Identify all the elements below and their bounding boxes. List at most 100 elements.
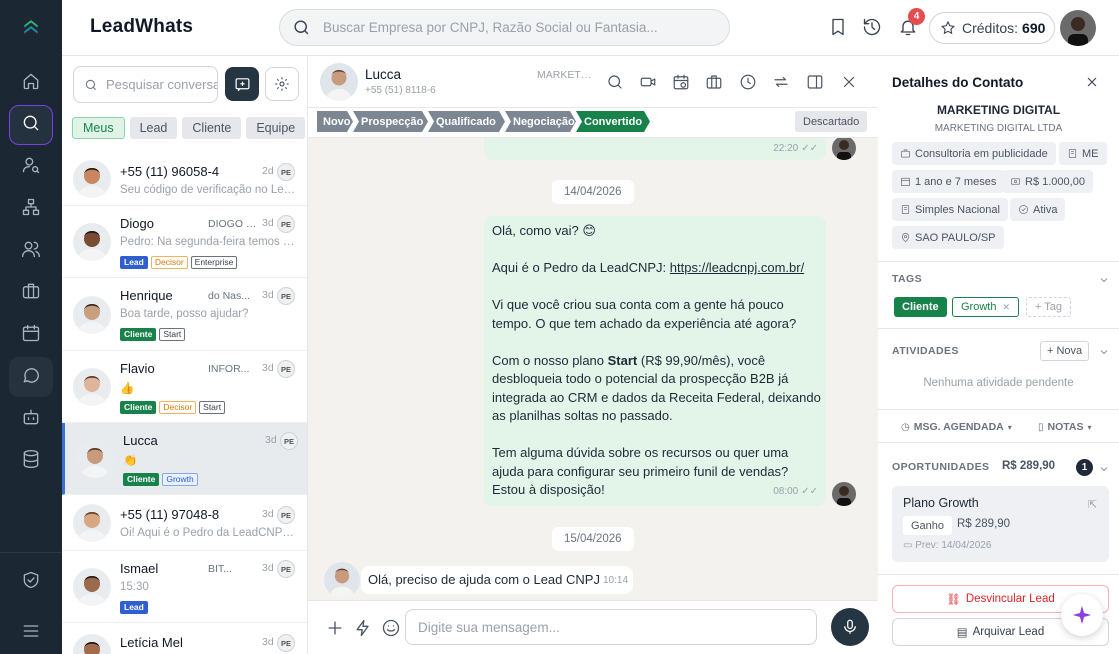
- conversation-row[interactable]: Flavio INFOR... 3d PE 👍 Cliente Decisor Start: [62, 351, 307, 423]
- stage-novo[interactable]: Novo: [317, 111, 353, 132]
- credits-button[interactable]: Créditos: 690: [929, 12, 1055, 44]
- remove-tag-icon[interactable]: ✕: [1002, 302, 1010, 313]
- filter-cliente[interactable]: Cliente: [182, 117, 242, 139]
- nav-database[interactable]: [9, 441, 53, 481]
- conversation-row[interactable]: Henrique do Nas... 3d PE Boa tarde, posso aj…: [62, 278, 307, 351]
- briefcase-icon[interactable]: [705, 73, 723, 91]
- divider: [878, 261, 1119, 262]
- conversation-search-input[interactable]: Pesquisar conversas: [73, 66, 218, 103]
- nav-search[interactable]: [9, 105, 53, 145]
- left-nav: [0, 0, 62, 654]
- no-activity-text: Nenhuma atividade pendente: [923, 377, 1074, 389]
- unlink-icon: ⛓: [946, 594, 961, 606]
- nav-calendar[interactable]: [9, 315, 53, 355]
- stage-convertido[interactable]: Convertido: [576, 111, 650, 132]
- microphone-button[interactable]: [831, 608, 869, 646]
- contact-avatar: [73, 296, 111, 334]
- chevron-down-icon[interactable]: [1098, 462, 1110, 474]
- external-link-icon[interactable]: ⇱: [1088, 498, 1097, 511]
- nav-chat[interactable]: [9, 357, 53, 397]
- filter-equipe[interactable]: Equipe: [246, 117, 306, 139]
- users-icon: [21, 239, 41, 264]
- opportunity-status: Ganho: [903, 516, 953, 535]
- calendar-icon: [21, 323, 41, 348]
- tag-start: Start: [199, 401, 226, 414]
- conversation-row[interactable]: Diogo DIOGO DE... 3dPE Pedro: Na segunda-fe…: [62, 206, 307, 278]
- conversation-row[interactable]: Ismael BIT... 3d PE 15:30 Lead: [62, 551, 307, 623]
- contact-company: DIOGO DE...: [208, 218, 258, 230]
- contact-avatar[interactable]: [320, 63, 358, 101]
- nav-org[interactable]: [9, 189, 53, 229]
- nav-briefcase[interactable]: [9, 273, 53, 313]
- credits-label: Créditos:: [962, 20, 1019, 36]
- scheduled-messages-toggle[interactable]: ◷ MSG. AGENDADA ▾: [901, 421, 1012, 433]
- conversation-row[interactable]: Lucca 3d PE 👏 Cliente Growth: [62, 423, 307, 495]
- tag-enterprise: Enterprise: [190, 256, 238, 269]
- tag-growth[interactable]: Growth ✕: [952, 297, 1020, 317]
- close-icon[interactable]: [840, 73, 858, 91]
- nav-bot[interactable]: [9, 399, 53, 439]
- nav-menu[interactable]: [9, 613, 53, 653]
- opportunities-total: R$ 289,90: [1002, 460, 1056, 472]
- plus-icon[interactable]: [325, 618, 345, 638]
- document-icon: [901, 205, 910, 214]
- filter-lead[interactable]: Lead: [129, 117, 178, 139]
- nav-users[interactable]: [9, 231, 53, 271]
- lightning-icon[interactable]: [353, 618, 373, 638]
- chevron-down-icon[interactable]: [1098, 273, 1110, 285]
- sidebar-toggle-icon[interactable]: [806, 73, 824, 91]
- contact-name: Ismael: [120, 561, 159, 576]
- nav-home[interactable]: [9, 63, 53, 103]
- chevron-down-icon[interactable]: [1098, 345, 1110, 357]
- nav-security[interactable]: [9, 562, 53, 602]
- clock-icon: ◷: [901, 421, 910, 433]
- opportunity-card[interactable]: Plano Growth ⇱ Ganho R$ 289,90 ▭ Prev: 1…: [892, 486, 1109, 562]
- user-avatar[interactable]: [1060, 10, 1096, 46]
- details-title: Detalhes do Contato: [892, 75, 1024, 90]
- add-tag-button[interactable]: + Tag: [1026, 297, 1072, 317]
- new-conversation-button[interactable]: [225, 67, 259, 101]
- star-icon: [940, 20, 956, 35]
- stage-prospeccao[interactable]: Prospecção: [353, 111, 428, 132]
- stage-negociacao[interactable]: Negociação: [505, 111, 576, 132]
- video-call-icon[interactable]: [639, 73, 657, 91]
- emoji-icon[interactable]: [381, 618, 401, 638]
- list-settings-button[interactable]: [265, 67, 299, 101]
- message-input[interactable]: Digite sua mensagem...: [405, 609, 817, 645]
- document-icon: [1068, 149, 1077, 158]
- clock-icon[interactable]: [739, 73, 757, 91]
- contact-details-panel: Detalhes do Contato MARKETING DIGITAL MA…: [878, 56, 1119, 654]
- search-messages-icon[interactable]: [606, 73, 624, 91]
- conversation-row[interactable]: Letícia Mel 3d PE: [62, 623, 307, 654]
- opportunity-forecast: ▭ Prev: 14/04/2026: [903, 540, 992, 551]
- conversation-row[interactable]: +55 (11) 97048-8 3d PE Oi! Aqui é o Pedro d…: [62, 495, 307, 551]
- tag-cliente[interactable]: Cliente: [894, 297, 947, 317]
- stage-qualificado[interactable]: Qualificado: [428, 111, 505, 132]
- home-icon: [21, 71, 41, 96]
- message-link[interactable]: https://leadcnpj.com.br/: [670, 260, 804, 275]
- contact-segment: MARKETI...: [537, 69, 592, 81]
- nav-user-search[interactable]: [9, 147, 53, 187]
- history-icon[interactable]: [862, 17, 882, 37]
- tag-growth: Growth: [162, 473, 198, 486]
- contact-avatar: [73, 504, 111, 542]
- calendar-icon: [901, 177, 910, 186]
- notifications-bell[interactable]: 4: [898, 8, 925, 37]
- discard-button[interactable]: Descartado: [795, 111, 868, 132]
- notes-toggle[interactable]: ▯ NOTAS ▾: [1038, 421, 1092, 433]
- transfer-icon[interactable]: [772, 73, 790, 91]
- schedule-icon[interactable]: [672, 73, 690, 91]
- notification-count-badge: 4: [908, 8, 925, 25]
- bookmark-icon[interactable]: [828, 17, 848, 37]
- conversation-date: 3d: [262, 562, 274, 574]
- conversation-row[interactable]: +55 (11) 96058-4 2d PE Seu código de verifi…: [62, 152, 307, 206]
- app-logo[interactable]: [11, 8, 51, 48]
- ai-assistant-button[interactable]: [1061, 594, 1103, 636]
- date-separator: 15/04/2026: [552, 527, 634, 551]
- new-activity-button[interactable]: + Nova: [1040, 341, 1090, 361]
- filter-meus[interactable]: Meus: [72, 117, 125, 139]
- close-details-icon[interactable]: [1084, 74, 1100, 90]
- app-title: LeadWhats: [90, 16, 194, 37]
- global-search-input[interactable]: Buscar Empresa por CNPJ, Razão Social ou…: [279, 9, 730, 46]
- divider: [878, 328, 1119, 329]
